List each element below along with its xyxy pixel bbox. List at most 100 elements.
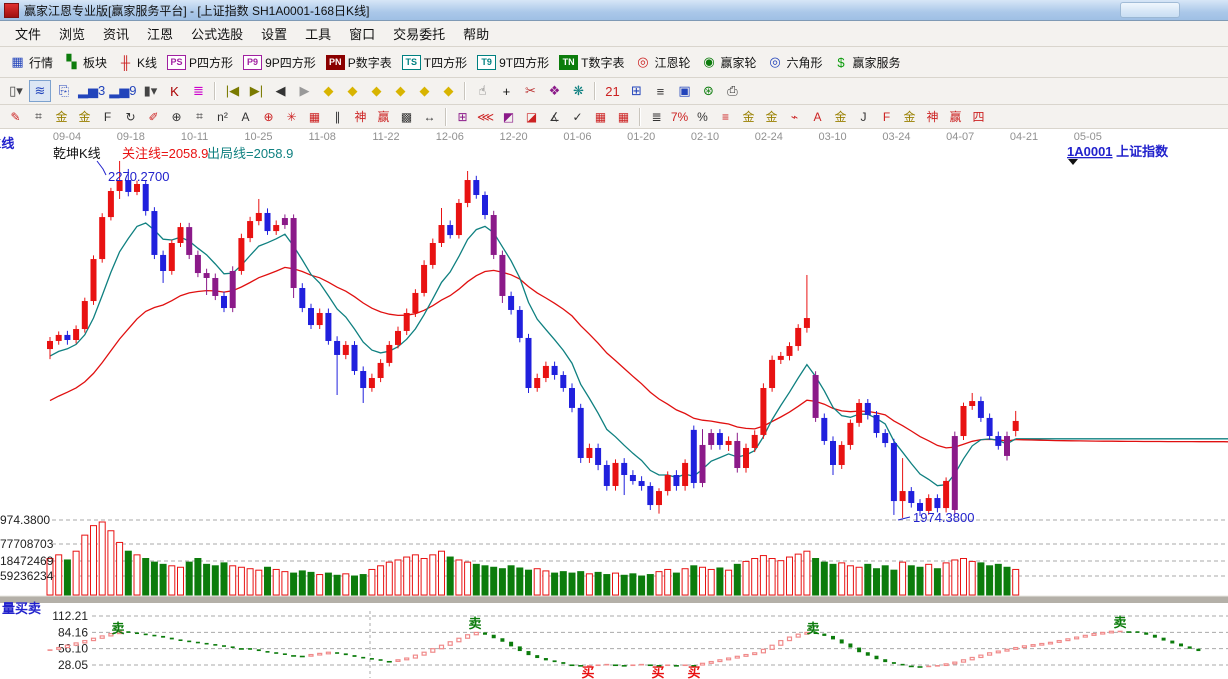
dropdown-triangle-icon[interactable]: [1068, 159, 1078, 165]
toolbar-button-p-number-table[interactable]: PNP数字表: [326, 54, 392, 71]
j-angle-icon[interactable]: J: [853, 107, 874, 127]
flame-mark-icon[interactable]: ⌁: [784, 107, 805, 127]
mark-tool-icon[interactable]: ❖: [543, 80, 565, 102]
menu-item-9[interactable]: 帮助: [454, 22, 498, 45]
pattern-flower-icon[interactable]: ❋: [567, 80, 589, 102]
chart-canvas[interactable]: 09-0409-1810-1110-2511-0811-2212-0612-20…: [0, 129, 1228, 679]
crosshair-tool-icon[interactable]: +: [495, 80, 517, 102]
menu-item-8[interactable]: 交易委托: [384, 22, 454, 45]
toolbar-button-winner-service[interactable]: $赢家服务: [833, 54, 901, 71]
ying-grid-icon[interactable]: 赢: [373, 107, 394, 127]
diamond-all-icon[interactable]: ◆: [437, 80, 459, 102]
color-histogram-icon[interactable]: ≣: [187, 80, 209, 102]
target-red-icon[interactable]: ⊕: [258, 107, 279, 127]
grid-icon[interactable]: ⌗: [28, 107, 49, 127]
diamond-left-icon[interactable]: ◆: [317, 80, 339, 102]
toolbar-button-t-number-table[interactable]: TNT数字表: [559, 54, 624, 71]
diamond-shrink-icon[interactable]: ◆: [389, 80, 411, 102]
menu-item-4[interactable]: 公式选股: [182, 22, 252, 45]
kline-style-dropdown-icon[interactable]: ▯▾: [5, 80, 27, 102]
toolbar-button-quotes[interactable]: ▦行情: [9, 54, 53, 71]
shen-grid-icon[interactable]: 神: [350, 107, 371, 127]
star-burst-icon[interactable]: ✳: [281, 107, 302, 127]
red-grid-icon[interactable]: ▦: [304, 107, 325, 127]
toolbar-button-kline[interactable]: ╫K线: [117, 54, 157, 71]
pencil-icon[interactable]: ✎: [5, 107, 26, 127]
level-bars-icon[interactable]: ≣: [646, 107, 667, 127]
percent-7-icon[interactable]: 7%: [669, 107, 690, 127]
toolbar-button-9p-square[interactable]: P99P四方形: [243, 54, 316, 71]
symbol-label[interactable]: 1A0001 上证指数: [1067, 144, 1169, 159]
last-page-icon[interactable]: ▶|: [245, 80, 267, 102]
refresh-data-icon[interactable]: ⊛: [697, 80, 719, 102]
fan-lines-icon[interactable]: ⋘: [475, 107, 496, 127]
h-arrows-icon[interactable]: ↔: [419, 107, 440, 127]
next-page-icon[interactable]: ▶: [293, 80, 315, 102]
print-icon[interactable]: ⎙: [721, 80, 743, 102]
window-grid-icon[interactable]: ⊞: [452, 107, 473, 127]
toolbar-button-9t-square[interactable]: T99T四方形: [477, 54, 549, 71]
menu-item-1[interactable]: 浏览: [50, 22, 94, 45]
menu-item-3[interactable]: 江恩: [138, 22, 182, 45]
save-icon[interactable]: ▣: [673, 80, 695, 102]
ying-angle-icon[interactable]: 赢: [945, 107, 966, 127]
n-squared-icon[interactable]: n²: [212, 107, 233, 127]
gold-circle-icon[interactable]: 金: [738, 107, 759, 127]
winner-wheel-label: 赢家轮: [720, 54, 756, 71]
fan-box-icon[interactable]: ◩: [498, 107, 519, 127]
menu-item-6[interactable]: 工具: [296, 22, 340, 45]
mirror-a-icon[interactable]: A: [235, 107, 256, 127]
a-angle-icon[interactable]: A: [807, 107, 828, 127]
si-angle-icon[interactable]: 四: [968, 107, 989, 127]
small-grid-icon[interactable]: ⌗: [189, 107, 210, 127]
toolbar-button-sectors[interactable]: ▚板块: [63, 54, 107, 71]
menu-item-0[interactable]: 文件: [6, 22, 50, 45]
percent-icon[interactable]: %: [692, 107, 713, 127]
notes-icon[interactable]: ≡: [649, 80, 671, 102]
window-controls[interactable]: [1120, 2, 1180, 18]
k-pattern-icon[interactable]: K: [163, 80, 185, 102]
pattern-mode-icon[interactable]: ≋: [29, 80, 51, 102]
bars-3-icon[interactable]: ▂▅3: [77, 80, 106, 102]
menu-item-7[interactable]: 窗口: [340, 22, 384, 45]
cut-tool-icon[interactable]: ✂: [519, 80, 541, 102]
fine-grid-icon[interactable]: ▩: [396, 107, 417, 127]
red-grid-2-icon[interactable]: ▦: [590, 107, 611, 127]
menu-item-2[interactable]: 资讯: [94, 22, 138, 45]
toolbar-button-p-square[interactable]: PSP四方形: [167, 54, 233, 71]
f-angle-icon[interactable]: F: [876, 107, 897, 127]
fan-box-2-icon[interactable]: ◪: [521, 107, 542, 127]
toolbar-button-winner-wheel[interactable]: ◉赢家轮: [700, 54, 756, 71]
info-clipboard-icon[interactable]: ⎘: [53, 80, 75, 102]
circle-cross-icon[interactable]: ⊕: [166, 107, 187, 127]
brush-icon[interactable]: ✐: [143, 107, 164, 127]
menu-item-5[interactable]: 设置: [252, 22, 296, 45]
f-grid-icon[interactable]: F: [97, 107, 118, 127]
hand-tool-icon[interactable]: ☝: [471, 80, 493, 102]
toolbar-button-t-square[interactable]: TST四方形: [402, 54, 467, 71]
check-lines-icon[interactable]: ✓: [567, 107, 588, 127]
red-grid-3-icon[interactable]: ▦: [613, 107, 634, 127]
diamond-expand-icon[interactable]: ◆: [365, 80, 387, 102]
gold-angle-icon[interactable]: 金: [830, 107, 851, 127]
bars-9-icon[interactable]: ▂▅9: [108, 80, 137, 102]
spiral-icon[interactable]: ↻: [120, 107, 141, 127]
calendar-icon[interactable]: 21: [601, 80, 623, 102]
angle-lines-icon[interactable]: ∡: [544, 107, 565, 127]
calculator-icon[interactable]: ⊞: [625, 80, 647, 102]
gold-angle-2-icon[interactable]: 金: [899, 107, 920, 127]
diamond-right-icon[interactable]: ◆: [341, 80, 363, 102]
prev-page-icon[interactable]: ◀: [269, 80, 291, 102]
gold-grid-2-icon[interactable]: 金: [74, 107, 95, 127]
toolbar-button-hexagon[interactable]: ◎六角形: [767, 54, 823, 71]
toolbar-button-gann-wheel[interactable]: ◎江恩轮: [634, 54, 690, 71]
first-page-icon[interactable]: |◀: [221, 80, 243, 102]
indicator-scale-label: 28.05: [58, 658, 88, 672]
three-lines-icon[interactable]: ≡: [715, 107, 736, 127]
gold-grid-icon[interactable]: 金: [51, 107, 72, 127]
candle-type-dropdown-icon[interactable]: ▮▾: [139, 80, 161, 102]
shen-angle-icon[interactable]: 神: [922, 107, 943, 127]
diamond-center-icon[interactable]: ◆: [413, 80, 435, 102]
bars-mark-icon[interactable]: ∥: [327, 107, 348, 127]
gold-lines-icon[interactable]: 金: [761, 107, 782, 127]
